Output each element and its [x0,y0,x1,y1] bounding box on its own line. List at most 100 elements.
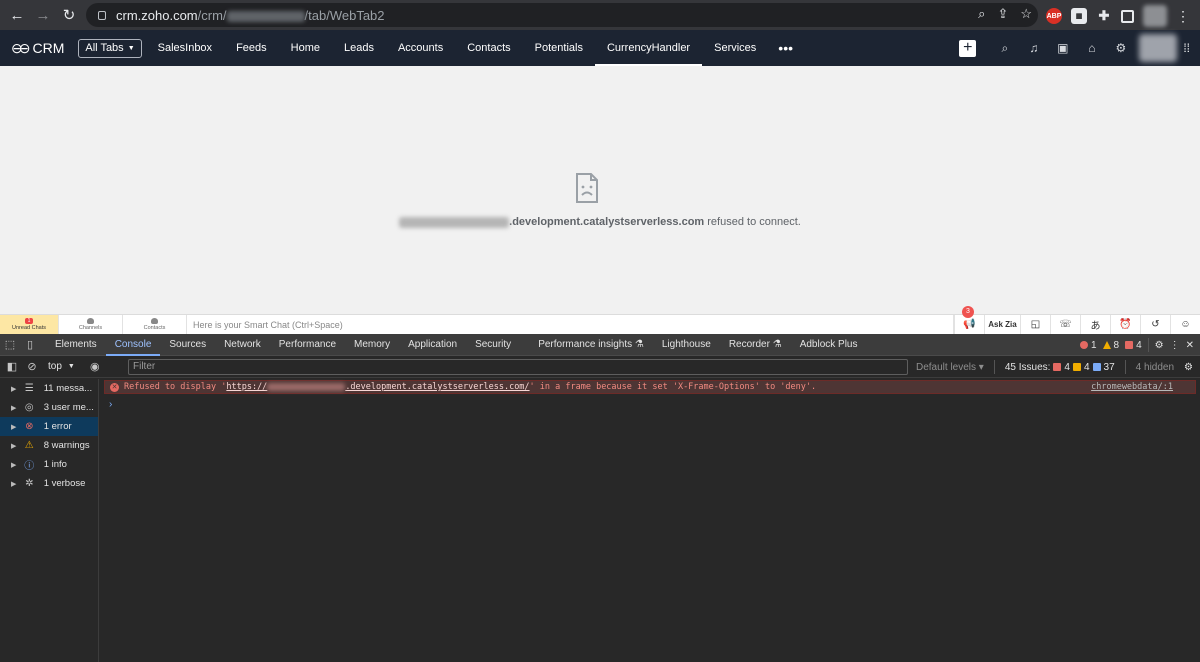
more-tabs-button[interactable]: ••• [768,40,803,56]
devtools-settings-icon[interactable]: ⚙ [1155,340,1164,351]
tab-accounts[interactable]: Accounts [386,30,455,66]
app-grid-icon[interactable]: ⁞⁞ [1183,41,1190,55]
announcements-button[interactable]: 3 📢 [954,305,984,335]
console-filter-warning[interactable]: ▶ ⚠ 8 warnings [0,436,98,455]
inspect-element-icon[interactable]: ⬚ [0,334,20,356]
bookmark-star-icon[interactable]: ☆ [1020,6,1032,22]
tab-leads[interactable]: Leads [332,30,386,66]
tab-potentials[interactable]: Potentials [523,30,595,66]
zoho-logo[interactable]: ⊖⊖ CRM [11,40,64,57]
share-icon[interactable]: ⇪ [997,6,1008,22]
all-tabs-dropdown[interactable]: All Tabs ▼ [78,38,142,58]
history-icon[interactable]: ↺ [1140,314,1170,335]
device-toolbar-icon[interactable]: ▯ [20,334,40,356]
console-error-message[interactable]: ✕ Refused to display ' https://.developme… [104,380,1196,394]
chrome-menu-icon[interactable]: ⋮ [1176,8,1190,25]
search-icon[interactable]: ⌕ [990,41,1019,56]
forward-icon[interactable]: → [32,4,54,26]
tab-home[interactable]: Home [279,30,332,66]
devtools-tab-elements[interactable]: Elements [46,334,106,356]
address-url: crm.zoho.com/crm//tab/WebTab2 [116,7,385,23]
console-filter-list[interactable]: ▶ ☰ 11 messa... [0,379,98,398]
devtools-tab-lighthouse[interactable]: Lighthouse [653,334,720,356]
phone-icon[interactable]: ☏ [1050,314,1080,335]
console-filter-bug[interactable]: ▶ ✲ 1 verbose [0,474,98,493]
error-counter[interactable]: 1 [1079,340,1097,351]
devtools-tab-performance-insights[interactable]: Performance insights ⚗ [529,334,653,356]
devtools-tab-console[interactable]: Console [105,334,161,356]
devtools-tab-recorder[interactable]: Recorder ⚗ [720,334,791,356]
sidebar-toggle-icon[interactable]: ◧ [2,356,22,378]
devtools-close-icon[interactable]: ✕ [1186,340,1194,351]
alarm-icon[interactable]: ⏰ [1110,314,1140,335]
devtools-tabbar: ⬚ ▯ Elements Console Sources Network Perform… [0,334,1200,356]
devtools-tab-adblock-plus[interactable]: Adblock Plus [791,334,867,356]
expand-arrow-icon[interactable]: ▶ [11,442,23,450]
reload-icon[interactable]: ↻ [58,4,80,26]
devtools-tab-security[interactable]: Security [466,334,520,356]
tab-currencyhandler[interactable]: CurrencyHandler [594,30,703,66]
profile-avatar[interactable] [1143,5,1167,27]
error-url-link[interactable]: https://.development.catalystserverless.… [226,382,529,392]
marketplace-icon[interactable]: ⌂ [1077,41,1106,55]
devtools-menu-icon[interactable]: ⋮ [1170,340,1180,351]
translate-icon[interactable]: あ [1080,314,1110,335]
error-source-link[interactable]: chromewebdata/:1 [1091,382,1173,392]
tab-services[interactable]: Services [702,30,768,66]
sidebar-label: 11 messa... [43,383,93,394]
address-bar[interactable]: crm.zoho.com/crm//tab/WebTab2 ⌕ ⇪ ☆ [86,3,1038,27]
devtools-tab-memory[interactable]: Memory [345,334,399,356]
issue-counter[interactable]: 4 [1125,340,1142,351]
log-levels-dropdown[interactable]: Default levels ▾ [916,362,984,373]
contacts-button[interactable]: Contacts [123,314,187,335]
tab-salesinbox[interactable]: SalesInbox [146,30,224,66]
announcement-badge: 3 [962,305,974,318]
live-expression-eye-icon[interactable]: ◉ [85,356,105,378]
user-avatar[interactable] [1139,34,1178,62]
error-icon: ⊗ [25,421,34,432]
bot-icon[interactable]: ☺ [1170,314,1200,335]
adblock-plus-icon[interactable]: ABP [1046,8,1062,24]
side-panel-icon[interactable] [1121,9,1134,23]
sidebar-label: 1 info [43,459,67,470]
expand-arrow-icon[interactable]: ▶ [11,423,23,431]
console-filter-info[interactable]: ▶ ⓘ 1 info [0,455,98,474]
console-filter-error[interactable]: ▶ ⊗ 1 error [0,417,98,436]
refused-host: .development.catalystserverless.com [509,216,705,228]
context-selector[interactable]: top ▼ [42,361,81,372]
extensions-puzzle-icon[interactable]: ✚ [1096,8,1112,24]
expand-arrow-icon[interactable]: ▶ [11,385,23,393]
console-settings-icon[interactable]: ⚙ [1184,362,1193,373]
calendar-icon[interactable]: ▣ [1048,41,1077,55]
console-filter-user[interactable]: ▶ ◎ 3 user me... [0,398,98,417]
chart-icon[interactable]: ◱ [1020,314,1050,335]
settings-icon[interactable]: ⚙ [1106,41,1135,55]
sidebar-label: 1 verbose [43,478,86,489]
expand-arrow-icon[interactable]: ▶ [11,480,23,488]
qr-extension-icon[interactable]: ▦ [1071,8,1087,24]
back-icon[interactable]: ← [6,4,28,26]
tab-feeds[interactable]: Feeds [224,30,279,66]
tab-contacts[interactable]: Contacts [455,30,522,66]
smart-chat-input[interactable]: Here is your Smart Chat (Ctrl+Space) [187,314,954,335]
ask-zia-button[interactable]: Ask Zia [984,314,1020,335]
sidebar-label: 3 user me... [43,402,94,413]
console-prompt[interactable]: › [109,399,112,410]
console-filter-input[interactable]: Filter [128,359,908,375]
issues-summary[interactable]: 45 Issues: 4 4 37 [1005,362,1115,373]
expand-arrow-icon[interactable]: ▶ [11,404,23,412]
unread-chats-button[interactable]: 1 Unread Chats [0,314,59,335]
expand-arrow-icon[interactable]: ▶ [11,461,23,469]
devtools-tab-network[interactable]: Network [215,334,270,356]
clear-console-icon[interactable]: ⊘ [22,356,42,378]
create-new-button[interactable]: + [959,39,977,57]
zoom-icon[interactable]: ⌕ [978,6,985,22]
error-icon [1079,341,1088,349]
notification-bell-icon[interactable]: ♫ [1019,41,1048,55]
devtools-tab-application[interactable]: Application [399,334,466,356]
devtools-tab-performance[interactable]: Performance [270,334,345,356]
warning-counter[interactable]: 8 [1102,340,1119,351]
channels-button[interactable]: Channels [59,314,123,335]
issue-flag-icon [1125,341,1134,349]
devtools-tab-sources[interactable]: Sources [160,334,215,356]
